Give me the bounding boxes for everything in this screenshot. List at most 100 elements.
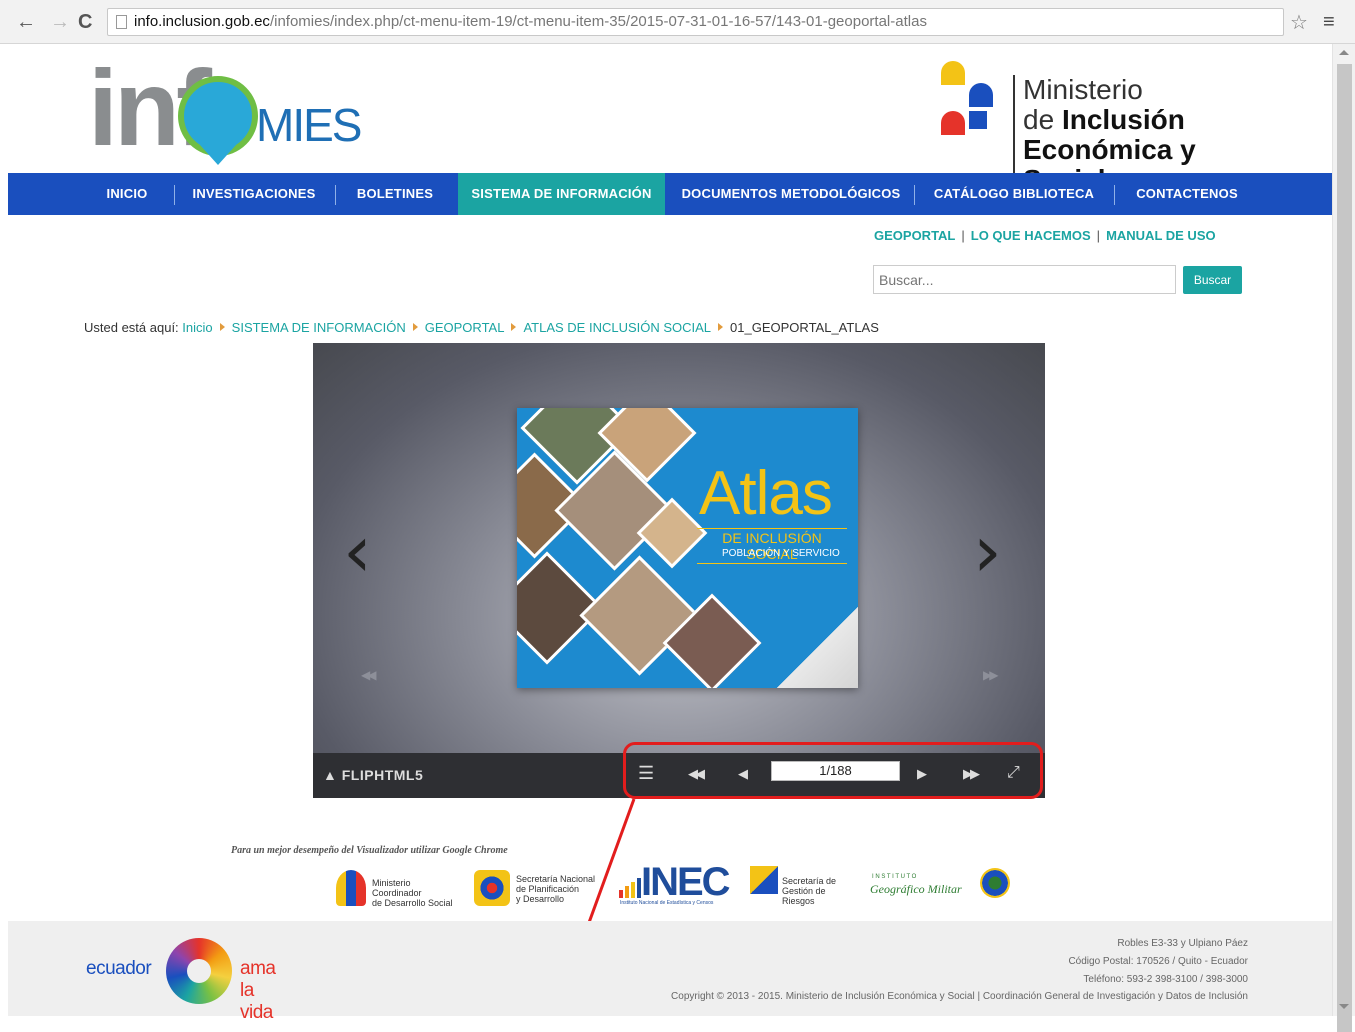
- ministerio-line2-b: Inclusión: [1061, 104, 1185, 135]
- back-icon[interactable]: ←: [16, 12, 36, 32]
- link-separator: |: [961, 228, 965, 243]
- atlas-book-cover[interactable]: Atlas DE INCLUSIÓN SOCIAL POBLACIÓN Y SE…: [517, 408, 858, 688]
- search-input[interactable]: [873, 265, 1176, 294]
- gestion-riesgos-icon: [750, 866, 778, 894]
- page-curl[interactable]: [772, 593, 858, 688]
- senplades-icon: [474, 870, 510, 906]
- nav-item-boletines[interactable]: BOLETINES: [343, 173, 447, 215]
- partner-logo-senplades: Secretaría Nacional de Planificación y Des…: [474, 866, 604, 912]
- address-bar[interactable]: info.inclusion.gob.ec/infomies/index.php…: [107, 8, 1284, 36]
- forward-icon[interactable]: →: [50, 12, 70, 32]
- breadcrumb-current: 01_GEOPORTAL_ATLAS: [730, 320, 879, 335]
- ministerio-line1: Ministerio: [1023, 74, 1143, 105]
- browser-toolbar: ← → C info.inclusion.gob.ec/infomies/ind…: [0, 0, 1355, 44]
- address-line3: Teléfono: 593-2 398-3100 / 398-3000: [1083, 974, 1248, 985]
- browser-recommendation-note: Para un mejor desempeño del Visualizador…: [231, 845, 508, 856]
- prev-page-arrow-icon[interactable]: ‹: [343, 515, 372, 587]
- breadcrumb: Usted está aquí: Inicio SISTEMA DE INFORM…: [84, 320, 879, 335]
- address-line2: Código Postal: 170526 / Quito - Ecuador: [1068, 956, 1248, 967]
- puzzle-blue2-icon: [969, 111, 987, 129]
- nav-item-catalogo-biblioteca[interactable]: CATÁLOGO BIBLIOTECA: [924, 173, 1104, 215]
- search-button[interactable]: Buscar: [1183, 266, 1242, 294]
- nav-item-investigaciones[interactable]: INVESTIGACIONES: [184, 173, 324, 215]
- mcds-line1: Ministerio Coordinador: [372, 878, 422, 898]
- next-page-arrow-icon[interactable]: ›: [973, 515, 1002, 587]
- breadcrumb-arrow-icon: [511, 323, 517, 331]
- breadcrumb-item-sistema[interactable]: SISTEMA DE INFORMACIÓN: [232, 320, 406, 335]
- partner-gestion-text: Secretaría de Gestión de Riesgos: [782, 876, 860, 906]
- scroll-thumb[interactable]: [1337, 64, 1352, 1032]
- inec-bars-icon: [619, 878, 641, 898]
- last-page-faded-icon[interactable]: ▶▶: [983, 668, 999, 682]
- breadcrumb-arrow-icon: [412, 323, 418, 331]
- url-host: info.inclusion.gob.ec: [134, 13, 270, 30]
- nav-item-documentos-metodologicos[interactable]: DOCUMENTOS METODOLÓGICOS: [678, 173, 904, 215]
- first-page-faded-icon[interactable]: ◀◀: [361, 668, 377, 682]
- igm-name: Geográfico Militar: [870, 882, 962, 896]
- page-scrollbar[interactable]: [1332, 44, 1355, 1032]
- annotation-highlight-box: [623, 742, 1043, 799]
- globe-icon: [980, 868, 1010, 898]
- footer-copyright: Copyright © 2013 - 2015. Ministerio de I…: [671, 991, 1248, 1002]
- nav-separator: [174, 185, 175, 205]
- scroll-up-icon[interactable]: [1339, 50, 1349, 55]
- page-icon: [116, 15, 127, 29]
- partner-logo-mcds: Ministerio Coordinador de Desarrollo Soci…: [336, 866, 456, 912]
- inec-word: INEC: [641, 860, 731, 904]
- reload-icon[interactable]: C: [78, 12, 92, 32]
- igm-instituto: I N S T I T U T O: [872, 874, 917, 880]
- ecuador-shield-icon: [336, 870, 366, 906]
- senplades-line3: y Desarrollo: [516, 894, 565, 904]
- link-geoportal[interactable]: GEOPORTAL: [874, 228, 955, 243]
- riesgos-line1: Secretaría de: [782, 876, 837, 886]
- site-header: inf MIES Ministerio de Inclusión Económi…: [8, 45, 1332, 195]
- pin-icon: [200, 145, 236, 165]
- bookmark-star-icon[interactable]: ☆: [1290, 10, 1308, 35]
- cover-subtitle-2: POBLACIÓN Y SERVICIO: [722, 548, 840, 559]
- main-navigation: INICIO INVESTIGACIONES BOLETINES SISTEMA…: [8, 173, 1332, 215]
- url-path: /infomies/index.php/ct-menu-item-19/ct-m…: [269, 13, 927, 30]
- partner-logo-inec: INEC Instituto Nacional de Estadística y…: [619, 860, 731, 908]
- breadcrumb-item-geoportal[interactable]: GEOPORTAL: [425, 320, 505, 335]
- nav-item-sistema-de-informacion[interactable]: SISTEMA DE INFORMACIÓN: [458, 173, 665, 215]
- mcds-line2: de Desarrollo Social: [372, 898, 453, 908]
- cover-title: Atlas: [699, 459, 833, 528]
- breadcrumb-prefix: Usted está aquí:: [84, 320, 179, 335]
- nav-separator: [914, 185, 915, 205]
- riesgos-line2: Gestión de Riesgos: [782, 886, 826, 906]
- partner-logo-gestion-riesgos: Secretaría de Gestión de Riesgos: [750, 866, 860, 912]
- magnifier-icon: [178, 76, 258, 156]
- scroll-down-icon[interactable]: [1339, 1004, 1349, 1009]
- senplades-line1: Secretaría Nacional: [516, 874, 596, 884]
- logo-mies-text: MIES: [256, 99, 362, 151]
- puzzle-blue-icon: [969, 83, 993, 107]
- link-lo-que-hacemos[interactable]: LO QUE HACEMOS: [971, 228, 1091, 243]
- partner-logo-igm: I N S T I T U T O Geográfico Militar: [868, 866, 1013, 912]
- ministerio-line2: de Inclusión: [1023, 105, 1273, 135]
- link-manual-de-uso[interactable]: MANUAL DE USO: [1106, 228, 1216, 243]
- breadcrumb-item-inicio[interactable]: Inicio: [182, 320, 212, 335]
- slogan-ama-la-vida: ama la vida: [240, 958, 276, 1023]
- puzzle-yellow-icon: [941, 61, 965, 85]
- breadcrumb-item-atlas[interactable]: ATLAS DE INCLUSIÓN SOCIAL: [523, 320, 711, 335]
- nav-separator: [335, 185, 336, 205]
- slogan-ecuador: ecuador: [86, 958, 152, 979]
- nav-separator: [1114, 185, 1115, 205]
- senplades-line2: de Planificación: [516, 884, 580, 894]
- breadcrumb-arrow-icon: [219, 323, 225, 331]
- hamburger-menu-icon[interactable]: ≡: [1323, 11, 1335, 34]
- fliphtml5-brand: ▲ FLIPHTML5: [323, 767, 423, 783]
- graduation-cap-icon: ▲: [323, 767, 338, 783]
- partner-senplades-text: Secretaría Nacional de Planificación y Des…: [516, 874, 595, 904]
- ministerio-logo: Ministerio de Inclusión Económica y Soci…: [933, 53, 1273, 195]
- footer-address: Robles E3-33 y Ulpiano Páez Código Posta…: [1068, 935, 1248, 989]
- site-footer: ecuador ama la vida Robles E3-33 y Ulpia…: [8, 921, 1332, 1023]
- flipbook-viewer[interactable]: ‹ › ◀◀ ▶▶ Atlas DE INCLUSIÓN SOCIAL POBL…: [313, 343, 1045, 798]
- infomies-logo[interactable]: inf MIES: [88, 47, 362, 168]
- link-separator: |: [1096, 228, 1101, 243]
- ministerio-line2-a: de: [1023, 104, 1062, 135]
- nav-item-inicio[interactable]: INICIO: [88, 173, 166, 215]
- inec-tagline: Instituto Nacional de Estadística y Cens…: [620, 900, 714, 906]
- nav-item-contactenos[interactable]: CONTACTENOS: [1124, 173, 1250, 215]
- sun-center-icon: [187, 959, 211, 983]
